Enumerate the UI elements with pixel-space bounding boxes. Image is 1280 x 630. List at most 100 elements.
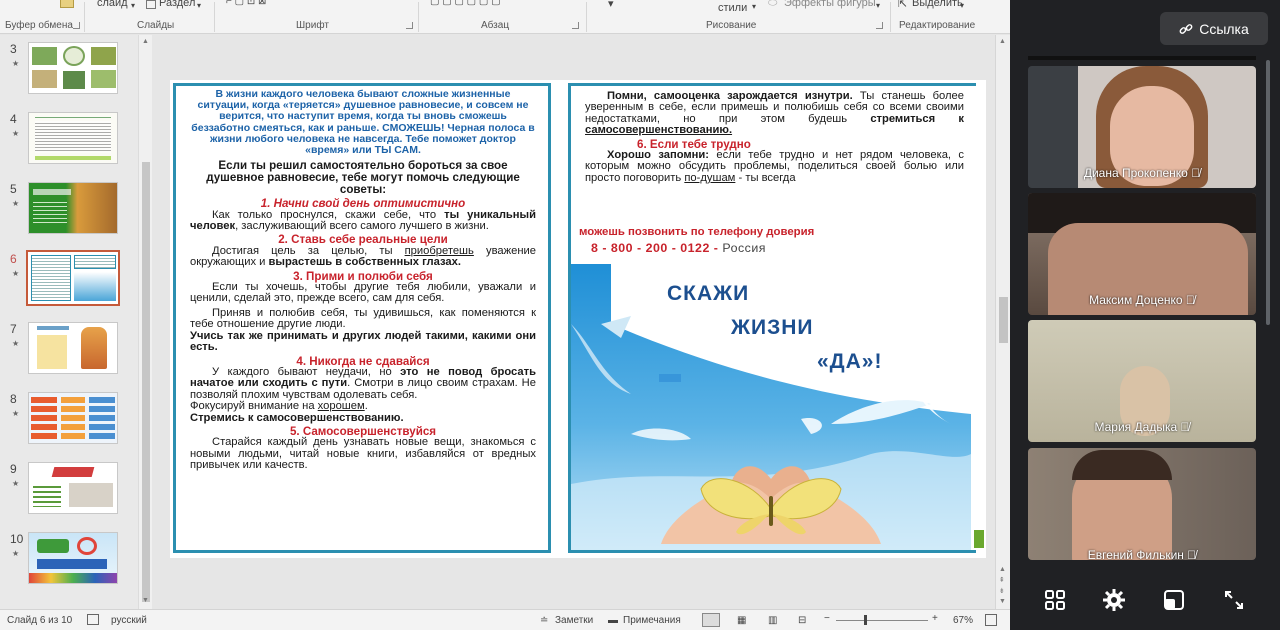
dropdown-arrow-icon[interactable]: ▾ xyxy=(131,1,135,10)
section-button[interactable]: Раздел xyxy=(159,0,195,9)
slide-thumbnail-image-selected[interactable] xyxy=(26,250,120,306)
reading-view-icon[interactable]: ▥ xyxy=(768,615,777,626)
text-run: Фокусируй внимание на xyxy=(190,400,318,413)
slide-6[interactable]: В жизни каждого человека бывают сложные … xyxy=(170,80,986,558)
ribbon-separator xyxy=(890,2,891,32)
group-editing: Редактирование xyxy=(899,20,976,31)
slide-counter: Слайд 6 из 10 xyxy=(7,615,73,626)
comments-button[interactable]: Примечания xyxy=(623,615,681,626)
prev-slide-icon[interactable]: ⇞ xyxy=(999,576,1005,584)
slide-layout-button[interactable]: слайд xyxy=(97,0,128,9)
slide-sorter-icon[interactable]: ▦ xyxy=(737,615,746,626)
tip-1-text: Как только проснулся, скажи себе, что ты… xyxy=(190,209,536,233)
slideshow-icon[interactable]: ⊟ xyxy=(798,615,806,626)
left-text-box[interactable]: В жизни каждого человека бывают сложные … xyxy=(173,83,551,553)
language-indicator[interactable]: русский xyxy=(111,615,147,626)
mic-off-icon: 🎙̸ xyxy=(1180,420,1190,434)
slide-thumbnail-image[interactable] xyxy=(28,392,118,444)
participant-tile-3[interactable]: Мария Дадыка 🎙̸ xyxy=(1028,320,1256,442)
scroll-up-icon[interactable]: ▲ xyxy=(999,566,1006,573)
comments-icon[interactable]: ▬ xyxy=(608,615,618,626)
thumbnail-slide-5[interactable]: 5 ★ xyxy=(0,182,138,244)
powerpoint-window: слайд ▾ Раздел ▾ ⌐ ▢ ⊡ ⊠ ▢ ▢ ▢ ▢ ▢ ▢ ▾ с… xyxy=(0,0,1010,630)
fullscreen-icon[interactable] xyxy=(1222,588,1246,612)
poster-line-2: ЖИЗНИ xyxy=(731,316,814,339)
text-run-bold-underlined: самосовершенствованию. xyxy=(585,124,733,137)
select-button[interactable]: Выделить xyxy=(912,0,963,9)
slide-number: 3 xyxy=(10,42,17,56)
paste-brush-icon[interactable] xyxy=(60,0,74,8)
thumbnail-slide-4[interactable]: 4 ★ xyxy=(0,112,138,174)
fit-to-window-icon[interactable] xyxy=(985,614,997,626)
dropdown-arrow-icon[interactable]: ▾ xyxy=(876,1,880,10)
scroll-up-icon[interactable]: ▲ xyxy=(999,38,1006,45)
dropdown-arrow-icon[interactable]: ▾ xyxy=(752,2,756,11)
spellcheck-icon[interactable] xyxy=(87,614,99,625)
thumbnail-slide-8[interactable]: 8 ★ xyxy=(0,392,138,454)
participant-tile-4[interactable]: Евгений Филькин 🎙̸ xyxy=(1028,448,1256,560)
zoom-out-icon[interactable]: − xyxy=(824,613,830,624)
grid-layout-icon[interactable] xyxy=(1043,588,1067,612)
animation-star-icon: ★ xyxy=(12,479,20,488)
shape-effects-button[interactable]: Эффекты фигуры xyxy=(784,0,876,9)
say-yes-to-life-poster[interactable]: СКАЖИ ЖИЗНИ «ДА»! xyxy=(571,264,971,550)
mic-off-icon: 🎙̸ xyxy=(1191,166,1201,180)
picture-in-picture-icon[interactable] xyxy=(1162,588,1186,612)
zoom-level[interactable]: 67% xyxy=(953,615,973,626)
participant-name: Мария Дадыка 🎙̸ xyxy=(1028,420,1256,434)
zoom-slider-thumb[interactable] xyxy=(864,615,867,625)
slide-thumbnail-image[interactable] xyxy=(28,182,118,234)
slide-number: 9 xyxy=(10,462,17,476)
thumbnails-scrollbar[interactable]: ▲ ▼ xyxy=(138,35,152,609)
font-launcher-icon[interactable] xyxy=(406,22,413,29)
copy-link-button[interactable]: Ссылка xyxy=(1160,12,1268,45)
slide-scrollbar[interactable]: ▲ ▲ ⇞ ⇟ ▼ xyxy=(995,35,1010,609)
right-text-box[interactable]: Помни, самооценка зарождается изнутри. Т… xyxy=(571,86,976,220)
shape-tools[interactable]: ▾ xyxy=(608,0,614,10)
text-run-bold: вырастешь в собственных глазах. xyxy=(268,256,461,269)
slide-thumbnail-image[interactable] xyxy=(28,112,118,164)
participant-name-text: Диана Прокопенко xyxy=(1083,166,1188,180)
scroll-thumb[interactable] xyxy=(999,297,1008,343)
notes-icon[interactable]: ≐ xyxy=(540,615,548,626)
paragraph-launcher-icon[interactable] xyxy=(572,22,579,29)
text-run: . xyxy=(364,400,368,413)
participants-scrollbar[interactable] xyxy=(1266,60,1270,325)
normal-view-icon[interactable] xyxy=(702,613,720,627)
participant-tile-1[interactable]: Диана Прокопенко 🎙̸ xyxy=(1028,66,1256,188)
thumbnail-slide-9[interactable]: 9 ★ xyxy=(0,462,138,524)
paragraph-tool-icons[interactable]: ▢ ▢ ▢ ▢ ▢ ▢ xyxy=(430,0,501,7)
text-run-underlined: по-душам xyxy=(684,171,736,184)
quick-styles-button[interactable]: стили xyxy=(718,2,747,14)
zoom-in-icon[interactable]: + xyxy=(932,613,938,624)
dropdown-arrow-icon[interactable]: ▾ xyxy=(197,1,201,10)
group-clipboard: Буфер обмена xyxy=(5,20,73,31)
scroll-up-icon[interactable]: ▲ xyxy=(142,38,149,45)
thumbnail-slide-3[interactable]: 3 ★ xyxy=(0,42,138,104)
slide-thumbnail-image[interactable] xyxy=(28,532,118,584)
participant-tile-2[interactable]: Максим Доценко 🎙̸ xyxy=(1028,193,1256,315)
tip-3-text-b: Приняв и полюбив себя, ты удивишься, как… xyxy=(190,306,536,331)
poster-illustration xyxy=(571,264,971,550)
meeting-controls xyxy=(1010,580,1280,620)
scroll-down-icon[interactable]: ▼ xyxy=(999,598,1006,605)
slide-thumbnail-image[interactable] xyxy=(28,462,118,514)
settings-gear-icon[interactable] xyxy=(1102,588,1126,612)
drawing-launcher-icon[interactable] xyxy=(876,22,883,29)
slide-thumbnail-image[interactable] xyxy=(28,322,118,374)
notes-button[interactable]: Заметки xyxy=(555,615,593,626)
poster-line-1: СКАЖИ xyxy=(667,282,750,305)
tip-4-focus: Фокусируй внимание на хорошем. xyxy=(190,400,536,413)
thumbnail-slide-6[interactable]: 6 ★ xyxy=(0,250,138,314)
next-slide-icon[interactable]: ⇟ xyxy=(999,587,1005,595)
thumbnail-slide-7[interactable]: 7 ★ xyxy=(0,322,138,384)
scroll-down-icon[interactable]: ▼ xyxy=(142,597,149,604)
zoom-slider[interactable] xyxy=(836,620,928,621)
scroll-thumb[interactable] xyxy=(142,162,150,602)
dropdown-arrow-icon[interactable]: ▾ xyxy=(960,1,964,10)
thumbnail-slide-10[interactable]: 10 ★ xyxy=(0,532,138,594)
slide-thumbnail-image[interactable] xyxy=(28,42,118,94)
clipboard-launcher-icon[interactable] xyxy=(73,22,80,29)
hotline-intro: можешь позвонить по телефону доверия xyxy=(579,226,815,238)
font-tool-icons[interactable]: ⌐ ▢ ⊡ ⊠ xyxy=(226,0,266,7)
